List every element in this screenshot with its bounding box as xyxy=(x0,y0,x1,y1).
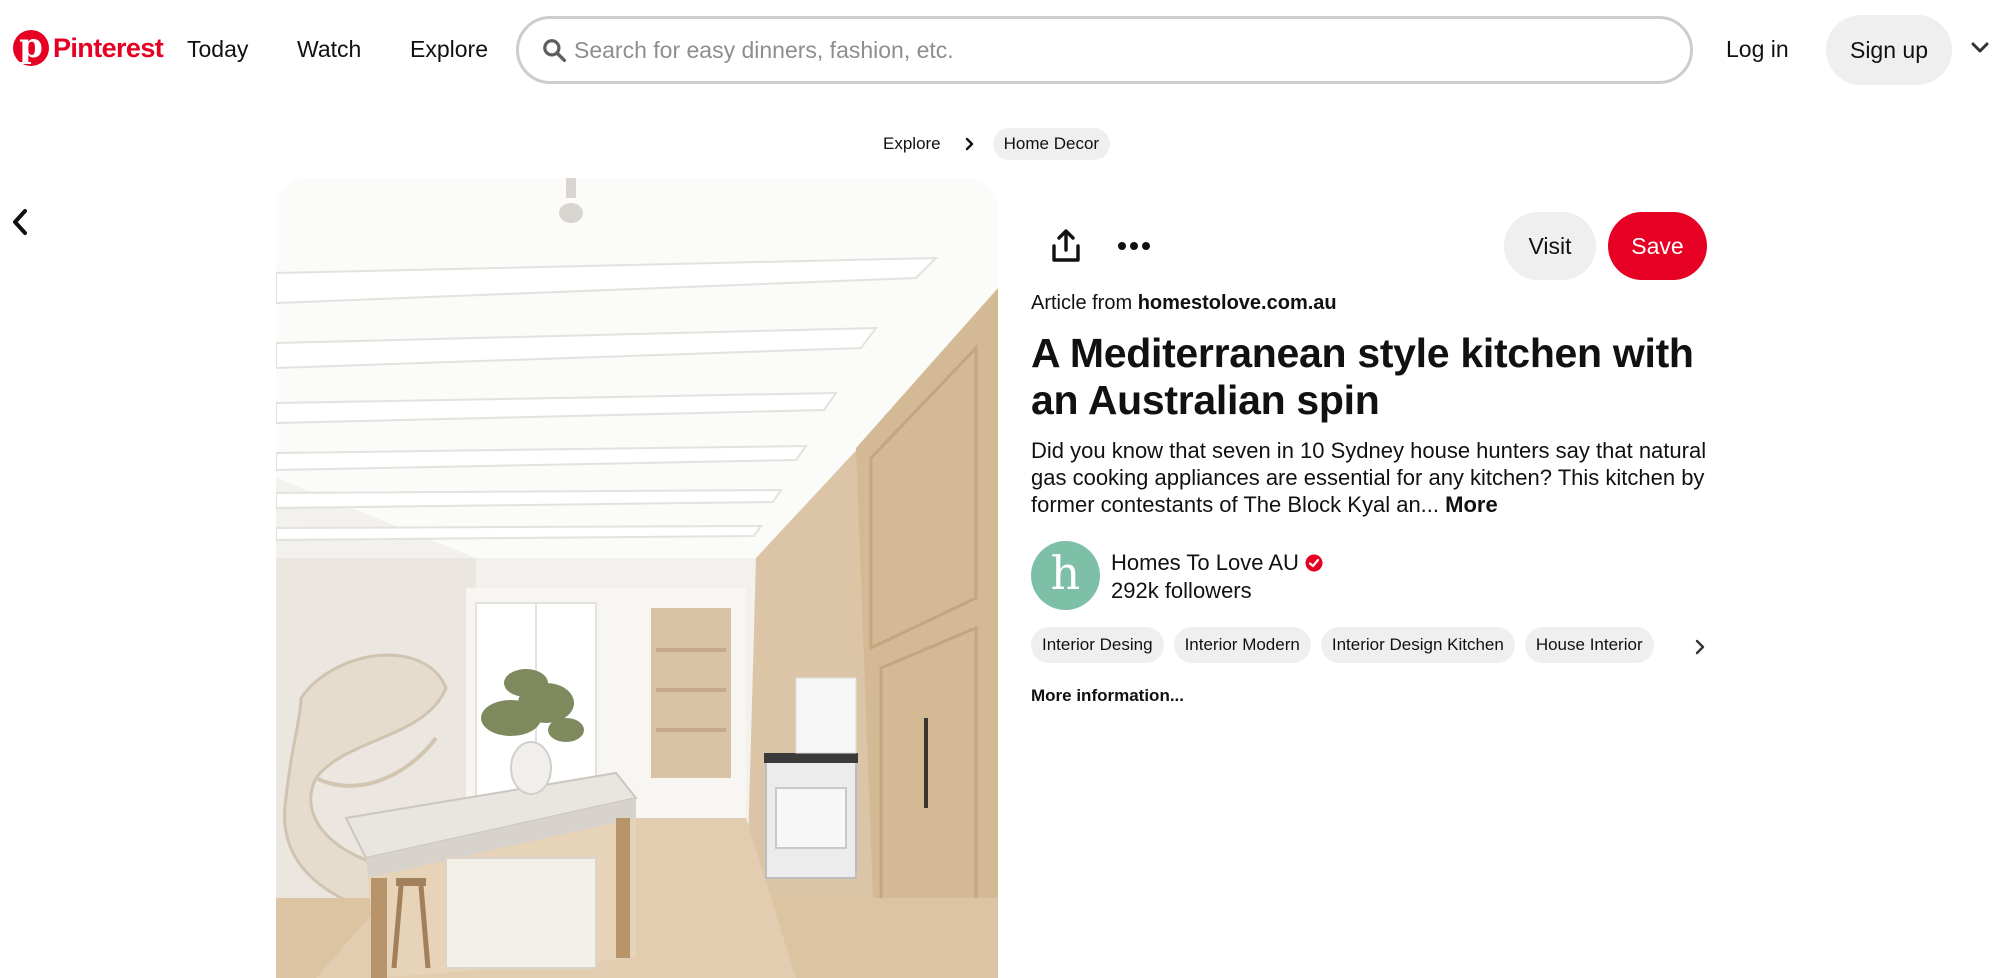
chevron-right-icon[interactable] xyxy=(1693,639,1707,655)
article-source: Article from homestolove.com.au xyxy=(1031,292,1337,315)
tag-pill[interactable]: House Interior xyxy=(1524,627,1654,663)
tag-pill[interactable]: Interior Design Kitchen xyxy=(1320,627,1515,663)
logo-text: Pinterest xyxy=(53,32,164,63)
follower-count: 292k followers xyxy=(1111,578,1252,603)
pinterest-logo[interactable]: Pinterest xyxy=(13,26,164,66)
nav-explore-link[interactable]: Explore xyxy=(410,36,488,63)
tag-pill[interactable]: Interior Modern xyxy=(1173,627,1311,663)
back-arrow-icon[interactable] xyxy=(5,205,35,239)
breadcrumb-home-decor[interactable]: Home Decor xyxy=(992,128,1111,160)
article-domain-link[interactable]: homestolove.com.au xyxy=(1138,292,1337,314)
signup-button[interactable]: Sign up xyxy=(1826,15,1952,85)
creator-name-text: Homes To Love AU xyxy=(1111,550,1299,575)
nav-today-link[interactable]: Today xyxy=(187,36,248,63)
pin-title: A Mediterranean style kitchen with an Au… xyxy=(1031,330,1694,423)
share-icon[interactable] xyxy=(1050,228,1082,264)
login-button[interactable]: Log in xyxy=(1726,36,1789,63)
search-bar[interactable] xyxy=(516,16,1693,84)
creator-name[interactable]: Homes To Love AU xyxy=(1111,550,1323,576)
more-information-link[interactable]: More information... xyxy=(1031,686,1184,706)
chevron-right-icon xyxy=(965,137,973,151)
tag-list: Interior Desing Interior Modern Interior… xyxy=(1031,627,1703,663)
verified-badge-icon xyxy=(1305,554,1323,572)
kitchen-photo xyxy=(276,178,998,978)
pin-image[interactable] xyxy=(276,178,998,978)
search-icon xyxy=(543,39,567,63)
breadcrumb-explore[interactable]: Explore xyxy=(883,134,941,154)
description-more-link[interactable]: More xyxy=(1445,492,1498,517)
save-button[interactable]: Save xyxy=(1608,212,1707,280)
breadcrumb: Explore Home Decor xyxy=(883,128,1111,160)
pin-description: Did you know that seven in 10 Sydney hou… xyxy=(1031,437,1721,518)
tag-pill[interactable]: Interior Desing xyxy=(1031,627,1164,663)
pinterest-logo-icon xyxy=(13,26,49,66)
nav-watch-link[interactable]: Watch xyxy=(297,36,361,63)
avatar[interactable]: h xyxy=(1031,541,1100,610)
article-prefix: Article from xyxy=(1031,292,1133,314)
avatar-letter: h xyxy=(1050,545,1081,600)
description-text: Did you know that seven in 10 Sydney hou… xyxy=(1031,438,1707,517)
more-options-icon[interactable] xyxy=(1117,236,1151,256)
visit-button[interactable]: Visit xyxy=(1504,212,1596,280)
chevron-down-icon[interactable] xyxy=(1970,38,1990,58)
top-nav: Pinterest Today Watch Explore Log in Sig… xyxy=(0,0,1999,100)
search-input[interactable] xyxy=(574,19,1674,81)
